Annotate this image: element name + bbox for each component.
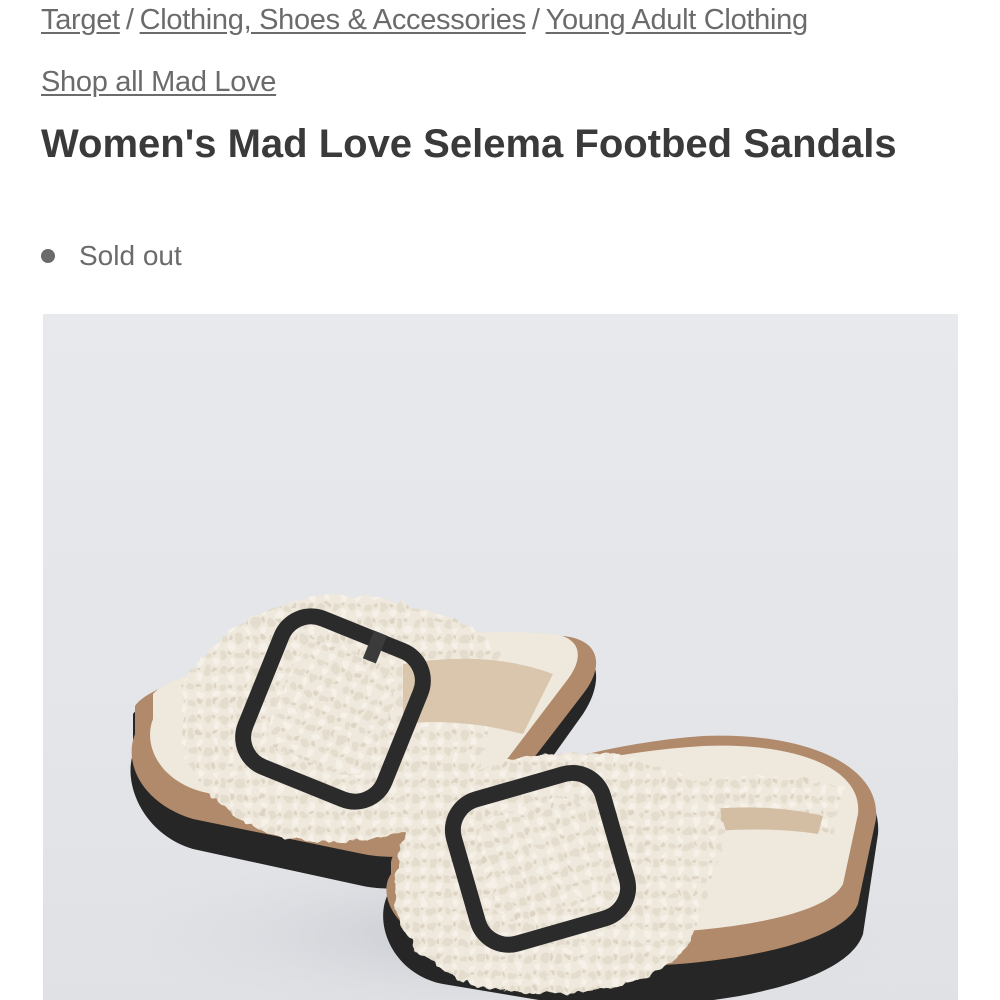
availability-status: Sold out [41,240,182,272]
breadcrumb-link-clothing-shoes-accessories[interactable]: Clothing, Shoes & Accessories [140,4,527,36]
product-page: Target / Clothing, Shoes & Accessories / You… [0,0,1000,1000]
sandals-illustration [93,595,933,1000]
availability-text: Sold out [79,240,182,271]
product-image[interactable] [43,314,958,1000]
shop-all-brand-link[interactable]: Shop all Mad Love [41,66,276,99]
breadcrumb-separator: / [125,4,134,36]
breadcrumb: Target / Clothing, Shoes & Accessories / You… [41,4,808,37]
breadcrumb-separator: / [531,4,540,36]
status-dot-icon [41,249,55,263]
product-title: Women's Mad Love Selema Footbed Sandals [41,122,897,166]
breadcrumb-link-target[interactable]: Target [41,4,120,36]
breadcrumb-link-young-adult-clothing[interactable]: Young Adult Clothing [546,4,809,36]
